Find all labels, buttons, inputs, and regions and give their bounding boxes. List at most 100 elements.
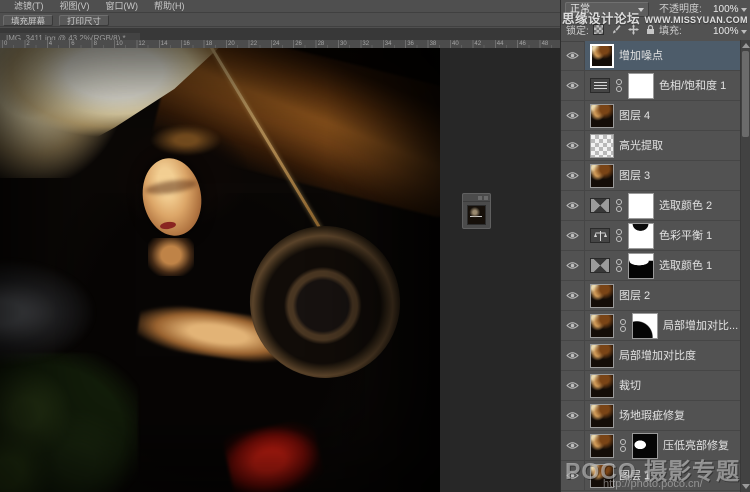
layer-row[interactable]: 色彩平衡 1 (561, 221, 750, 251)
visibility-toggle[interactable] (561, 71, 585, 100)
layer-mask-thumbnail[interactable] (632, 313, 658, 339)
layer-row-content[interactable]: 局部增加对比度 (585, 341, 741, 370)
visibility-toggle[interactable] (561, 101, 585, 130)
eye-icon (566, 351, 579, 360)
ruler-label: 42 (474, 40, 481, 48)
layer-row[interactable]: 局部增加对比度 (561, 341, 750, 371)
layer-row[interactable]: 高光提取 (561, 131, 750, 161)
layer-row-content[interactable]: 增加噪点 (585, 41, 741, 70)
ruler-label: 40 (452, 40, 459, 48)
layer-row-content[interactable]: 裁切 (585, 371, 741, 400)
hue-adjustment-icon[interactable] (590, 78, 610, 93)
ruler-label: 34 (385, 40, 392, 48)
layer-row-content[interactable]: 高光提取 (585, 131, 741, 160)
ruler-label: 26 (295, 40, 302, 48)
layer-mask-thumbnail[interactable] (628, 73, 654, 99)
visibility-toggle[interactable] (561, 41, 585, 70)
ruler-label: 44 (497, 40, 504, 48)
canvas-area (0, 48, 560, 492)
ruler-label: 10 (116, 40, 123, 48)
visibility-toggle[interactable] (561, 221, 585, 250)
layer-mask-thumbnail[interactable] (628, 223, 654, 249)
layer-row[interactable]: 图层 2 (561, 281, 750, 311)
layers-panel: 正常 不透明度: 100% 锁定: 填充: 100% (560, 0, 750, 492)
layer-row[interactable]: 图层 3 (561, 161, 750, 191)
eye-icon (566, 201, 579, 210)
layer-row[interactable]: 色相/饱和度 1 (561, 71, 750, 101)
selective-adjustment-icon[interactable] (590, 198, 610, 213)
photo-vignette (0, 48, 440, 492)
layer-thumbnail[interactable] (590, 374, 614, 398)
scroll-down-icon[interactable] (742, 484, 750, 489)
eye-icon (566, 81, 579, 90)
layer-row-content[interactable]: 场地瑕疵修复 (585, 401, 741, 430)
layer-row[interactable]: 局部增加对比... (561, 311, 750, 341)
visibility-toggle[interactable] (561, 281, 585, 310)
mini-panel-dot-icon (478, 196, 482, 200)
visibility-toggle[interactable] (561, 161, 585, 190)
balance-adjustment-icon[interactable] (590, 228, 610, 243)
eye-icon (566, 51, 579, 60)
ruler-label: 30 (340, 40, 347, 48)
ruler-label: 0 (4, 40, 7, 48)
visibility-toggle[interactable] (561, 311, 585, 340)
visibility-toggle[interactable] (561, 131, 585, 160)
layer-thumbnail[interactable] (590, 344, 614, 368)
visibility-toggle[interactable] (561, 251, 585, 280)
layer-row-content[interactable]: 选取颜色 2 (585, 191, 741, 220)
layer-row-content[interactable]: 图层 3 (585, 161, 741, 190)
layer-row[interactable]: 裁切 (561, 371, 750, 401)
document-area: 滤镜(T)视图(V)窗口(W)帮助(H) 填充屏幕 打印尺寸 IMG_3411.… (0, 0, 560, 492)
layers-list: 增加噪点色相/饱和度 1图层 4高光提取图层 3选取颜色 2色彩平衡 1选取颜色… (561, 41, 750, 492)
visibility-toggle[interactable] (561, 371, 585, 400)
layer-name: 选取颜色 2 (659, 191, 712, 221)
collapsed-floating-panel[interactable] (462, 193, 491, 229)
layer-row[interactable]: 增加噪点 (561, 41, 750, 71)
menu-item[interactable]: 帮助(H) (146, 0, 193, 13)
layer-mask-thumbnail[interactable] (628, 193, 654, 219)
ruler-label: 18 (206, 40, 213, 48)
layer-row-content[interactable]: 图层 4 (585, 101, 741, 130)
layer-row[interactable]: 图层 4 (561, 101, 750, 131)
layer-thumbnail[interactable] (590, 404, 614, 428)
fill-screen-button[interactable]: 填充屏幕 (3, 15, 53, 26)
layer-row[interactable]: 场地瑕疵修复 (561, 401, 750, 431)
layers-scrollbar[interactable] (740, 40, 750, 492)
layer-thumbnail[interactable] (590, 284, 614, 308)
mini-panel-thumbnail (467, 205, 486, 225)
layer-name: 图层 2 (619, 281, 650, 311)
print-size-button[interactable]: 打印尺寸 (59, 15, 109, 26)
layer-thumbnail[interactable] (590, 164, 614, 188)
layer-thumbnail[interactable] (590, 104, 614, 128)
menu-item[interactable]: 滤镜(T) (6, 0, 52, 13)
scroll-up-icon[interactable] (742, 43, 750, 48)
scrollbar-thumb[interactable] (742, 51, 749, 137)
layer-row-content[interactable]: 色彩平衡 1 (585, 221, 741, 250)
layer-row-content[interactable]: 图层 2 (585, 281, 741, 310)
layer-row-content[interactable]: 局部增加对比... (585, 311, 741, 340)
canvas-photo[interactable] (0, 48, 440, 492)
layer-thumbnail[interactable] (590, 314, 614, 338)
layer-name: 高光提取 (619, 131, 663, 161)
layer-row-content[interactable]: 色相/饱和度 1 (585, 71, 741, 100)
visibility-toggle[interactable] (561, 401, 585, 430)
menu-item[interactable]: 窗口(W) (98, 0, 147, 13)
menu-item[interactable]: 视图(V) (52, 0, 98, 13)
layer-mask-thumbnail[interactable] (628, 253, 654, 279)
fill-dropdown-icon[interactable] (741, 30, 747, 34)
layer-row[interactable]: 选取颜色 1 (561, 251, 750, 281)
selective-adjustment-icon[interactable] (590, 258, 610, 273)
link-icon (615, 259, 623, 272)
visibility-toggle[interactable] (561, 341, 585, 370)
layer-row[interactable]: 选取颜色 2 (561, 191, 750, 221)
ruler-label: 22 (250, 40, 257, 48)
link-icon (619, 439, 627, 452)
layer-thumbnail[interactable] (590, 134, 614, 158)
ruler-label: 12 (138, 40, 145, 48)
ruler-label: 4 (49, 40, 52, 48)
eye-icon (566, 381, 579, 390)
layer-thumbnail[interactable] (590, 44, 614, 68)
watermark-missyuan: 思缘设计论坛 WWW.MISSYUAN.COM (562, 8, 750, 28)
layer-row-content[interactable]: 选取颜色 1 (585, 251, 741, 280)
visibility-toggle[interactable] (561, 191, 585, 220)
